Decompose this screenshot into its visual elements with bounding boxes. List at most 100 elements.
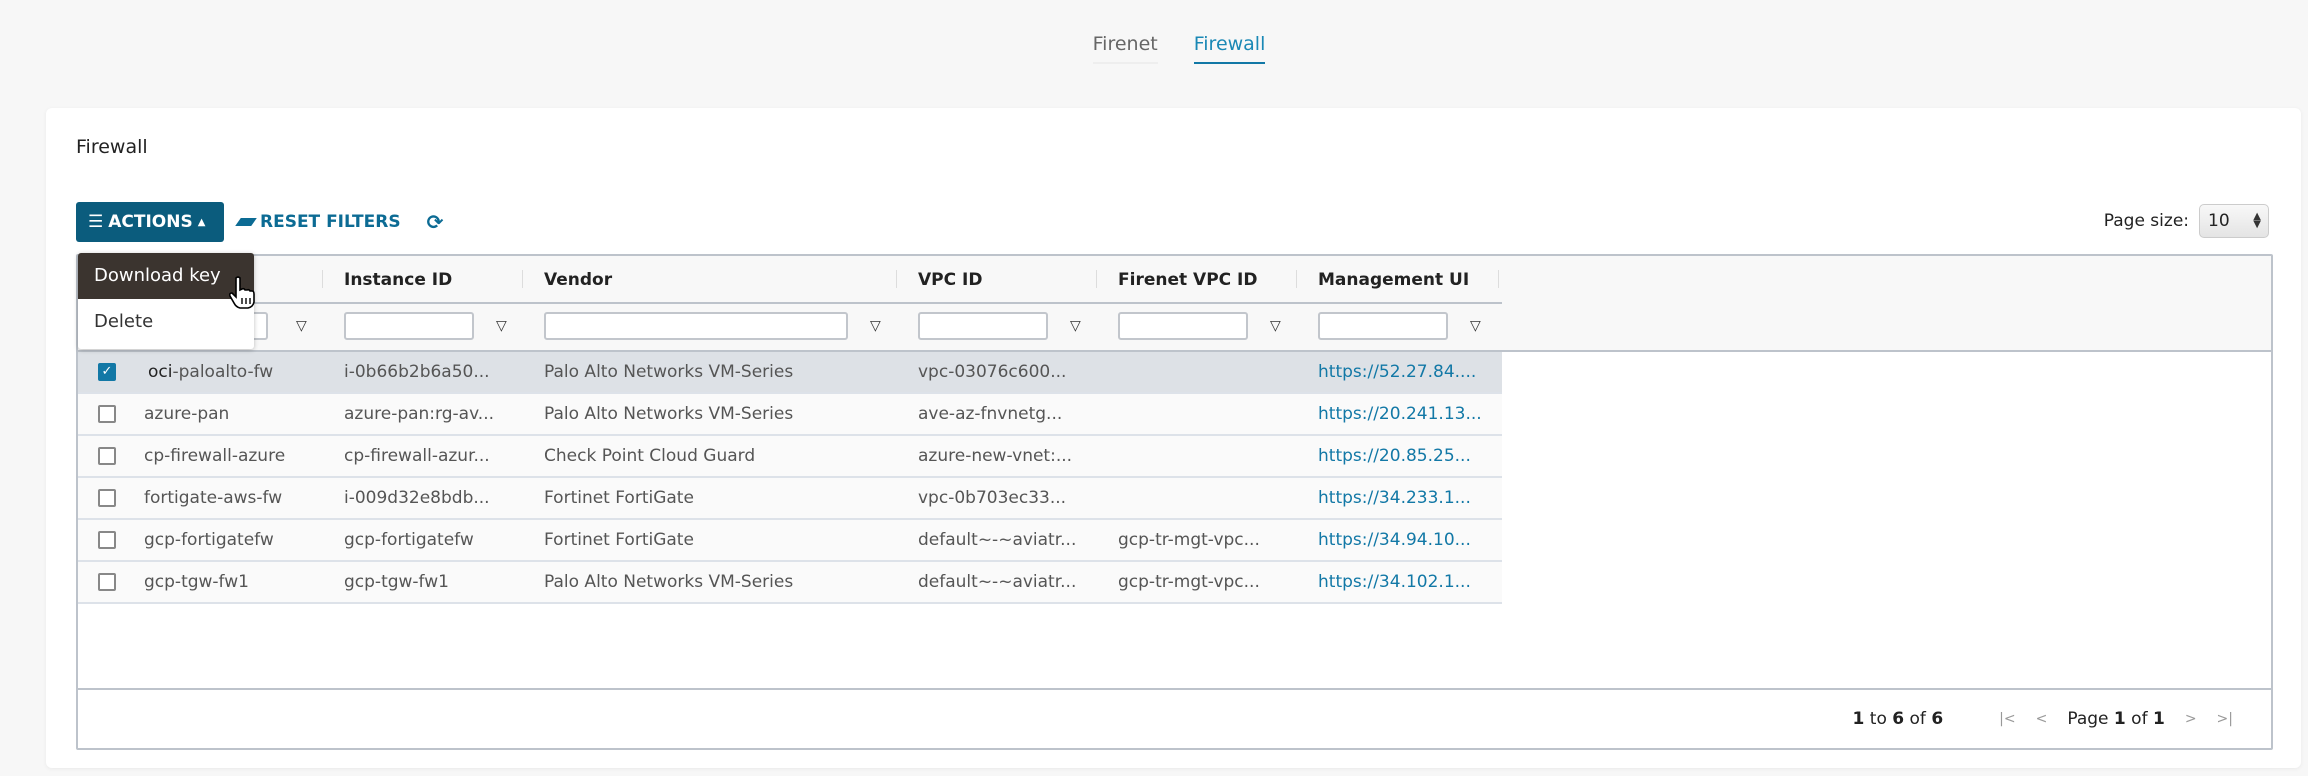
vpc-id-filter-input[interactable] [918, 312, 1048, 340]
vendor-cell: Fortinet FortiGate [544, 530, 694, 550]
filter-icon[interactable]: ▽ [296, 318, 307, 334]
instance-id-cell: cp-firewall-azur... [344, 446, 490, 466]
filter-row: ▽ ▽ ▽ ▽ ▽ ▽ [78, 304, 1502, 350]
filter-icon[interactable]: ▽ [1070, 318, 1081, 334]
name-cell: gcp-tgw-fw1 [144, 562, 324, 602]
column-header-vendor[interactable]: Vendor [526, 256, 612, 304]
table-header: Name Instance ID Vendor VPC ID Firenet V… [78, 256, 2271, 352]
firenet-vpc-id-cell: gcp-tr-mgt-vpc... [1118, 572, 1260, 592]
reset-filters-button[interactable]: RESET FILTERS [235, 212, 401, 232]
column-header-firenet-vpc-id[interactable]: Firenet VPC ID [1100, 256, 1257, 304]
firenet-vpc-id-cell [1118, 394, 1288, 434]
row-checkbox[interactable] [98, 405, 116, 423]
management-ui-cell[interactable]: https://34.102.1... [1318, 562, 1494, 602]
column-separator[interactable] [522, 270, 523, 288]
vpc-id-cell: ave-az-fnvnetg... [918, 404, 1063, 424]
row-checkbox[interactable] [98, 531, 116, 549]
name-prefix: oci [148, 362, 173, 382]
vpc-id-cell: vpc-0b703ec33... [918, 488, 1067, 508]
management-ui-cell[interactable]: https://34.94.10... [1318, 520, 1494, 560]
row-checkbox[interactable]: ✓ [98, 363, 116, 381]
firewall-card: Firewall ☰ ACTIONS ▲ RESET FILTERS ⟳ Pag… [46, 108, 2301, 768]
name-text: gcp-tgw-fw1 [144, 572, 249, 592]
refresh-icon: ⟳ [426, 210, 444, 234]
name-text: -paloalto-fw [172, 362, 274, 382]
table-footer: 1 to 6 of 6 |< < Page 1 of 1 > >| [78, 688, 2271, 748]
firenet-vpc-id-cell [1118, 478, 1288, 518]
table-row[interactable]: gcp-tgw-fw1 gcp-tgw-fw1 Palo Alto Networks… [78, 562, 1502, 604]
column-separator[interactable] [896, 270, 897, 288]
column-separator[interactable] [1296, 270, 1297, 288]
vendor-filter-input[interactable] [544, 312, 848, 340]
row-checkbox[interactable] [98, 489, 116, 507]
actions-button[interactable]: ☰ ACTIONS ▲ [76, 202, 224, 242]
instance-id-cell: i-009d32e8bdb... [344, 488, 490, 508]
vendor-cell: Palo Alto Networks VM-Series [544, 362, 794, 382]
eraser-icon [235, 218, 257, 226]
filter-icon[interactable]: ▽ [1470, 318, 1481, 334]
hand-cursor-icon [228, 276, 255, 309]
page-size-select[interactable]: 10 ▲ ▼ [2199, 204, 2269, 238]
table-row[interactable]: ✓ oci-paloalto-fw i-0b66b2b6a50... Palo Alt… [78, 352, 1502, 394]
list-icon: ☰ [88, 212, 104, 232]
firenet-vpc-id-cell [1118, 436, 1288, 476]
firewall-table: Name Instance ID Vendor VPC ID Firenet V… [76, 254, 2273, 750]
last-page-icon[interactable]: >| [2217, 711, 2233, 727]
page-size-control: Page size: 10 ▲ ▼ [2104, 204, 2269, 238]
table-row[interactable]: gcp-fortigatefw gcp-fortigatefw Fortinet F… [78, 520, 1502, 562]
column-header-instance-id[interactable]: Instance ID [326, 256, 452, 304]
next-page-icon[interactable]: > [2185, 711, 2197, 727]
card-title: Firewall [76, 136, 148, 158]
table-row[interactable]: azure-pan azure-pan:rg-av... Palo Alto Net… [78, 394, 1502, 436]
name-cell: cp-firewall-azure [144, 436, 324, 476]
column-separator[interactable] [322, 270, 323, 288]
table-row[interactable]: cp-firewall-azure cp-firewall-azur... Chec… [78, 436, 1502, 478]
instance-id-cell: gcp-tgw-fw1 [344, 572, 449, 592]
column-header-vpc-id[interactable]: VPC ID [900, 256, 982, 304]
prev-page-icon[interactable]: < [2036, 711, 2048, 727]
actions-label: ACTIONS [108, 212, 193, 232]
management-ui-cell[interactable]: https://20.241.13... [1318, 394, 1494, 434]
filter-icon[interactable]: ▽ [1270, 318, 1281, 334]
instance-id-filter-input[interactable] [344, 312, 474, 340]
tab-firenet[interactable]: Firenet [1092, 34, 1158, 64]
page-size-value: 10 [2208, 211, 2230, 231]
instance-id-cell: gcp-fortigatefw [344, 530, 474, 550]
filter-icon[interactable]: ▽ [870, 318, 881, 334]
name-cell: azure-pan [144, 394, 324, 434]
firenet-vpc-id-filter-input[interactable] [1118, 312, 1248, 340]
column-separator[interactable] [1498, 270, 1499, 288]
first-page-icon[interactable]: |< [1999, 711, 2015, 727]
filter-icon[interactable]: ▽ [496, 318, 507, 334]
row-checkbox[interactable] [98, 447, 116, 465]
refresh-button[interactable]: ⟳ [427, 210, 444, 234]
name-text: gcp-fortigatefw [144, 530, 274, 550]
tab-firewall[interactable]: Firewall [1193, 34, 1266, 64]
page-indicator: Page 1 of 1 [2067, 709, 2165, 729]
table-row[interactable]: fortigate-aws-fw i-009d32e8bdb... Fortinet… [78, 478, 1502, 520]
vendor-cell: Check Point Cloud Guard [544, 446, 756, 466]
column-header-management-ui[interactable]: Management UI [1300, 256, 1469, 304]
name-cell: oci-paloalto-fw [144, 352, 324, 392]
toolbar: ☰ ACTIONS ▲ RESET FILTERS ⟳ [76, 202, 443, 242]
updown-icon: ▲ ▼ [2253, 211, 2261, 230]
instance-id-cell: i-0b66b2b6a50... [344, 362, 490, 382]
name-text: cp-firewall-azure [144, 446, 286, 466]
caret-up-icon: ▲ [197, 216, 206, 228]
vpc-id-cell: default~-~aviatr... [918, 530, 1077, 550]
header-row: Name Instance ID Vendor VPC ID Firenet V… [78, 256, 1502, 304]
management-ui-cell[interactable]: https://34.233.1... [1318, 478, 1494, 518]
column-separator[interactable] [1096, 270, 1097, 288]
vpc-id-cell: vpc-03076c600... [918, 362, 1067, 382]
name-text: azure-pan [144, 404, 230, 424]
name-text: fortigate-aws-fw [144, 488, 283, 508]
row-checkbox[interactable] [98, 573, 116, 591]
management-ui-cell[interactable]: https://20.85.25... [1318, 436, 1494, 476]
vendor-cell: Fortinet FortiGate [544, 488, 694, 508]
tab-bar: Firenet Firewall [0, 0, 2308, 100]
management-ui-filter-input[interactable] [1318, 312, 1448, 340]
vendor-cell: Palo Alto Networks VM-Series [544, 572, 794, 592]
vpc-id-cell: default~-~aviatr... [918, 572, 1077, 592]
management-ui-cell[interactable]: https://52.27.84.... [1318, 352, 1494, 392]
name-cell: fortigate-aws-fw [144, 478, 324, 518]
